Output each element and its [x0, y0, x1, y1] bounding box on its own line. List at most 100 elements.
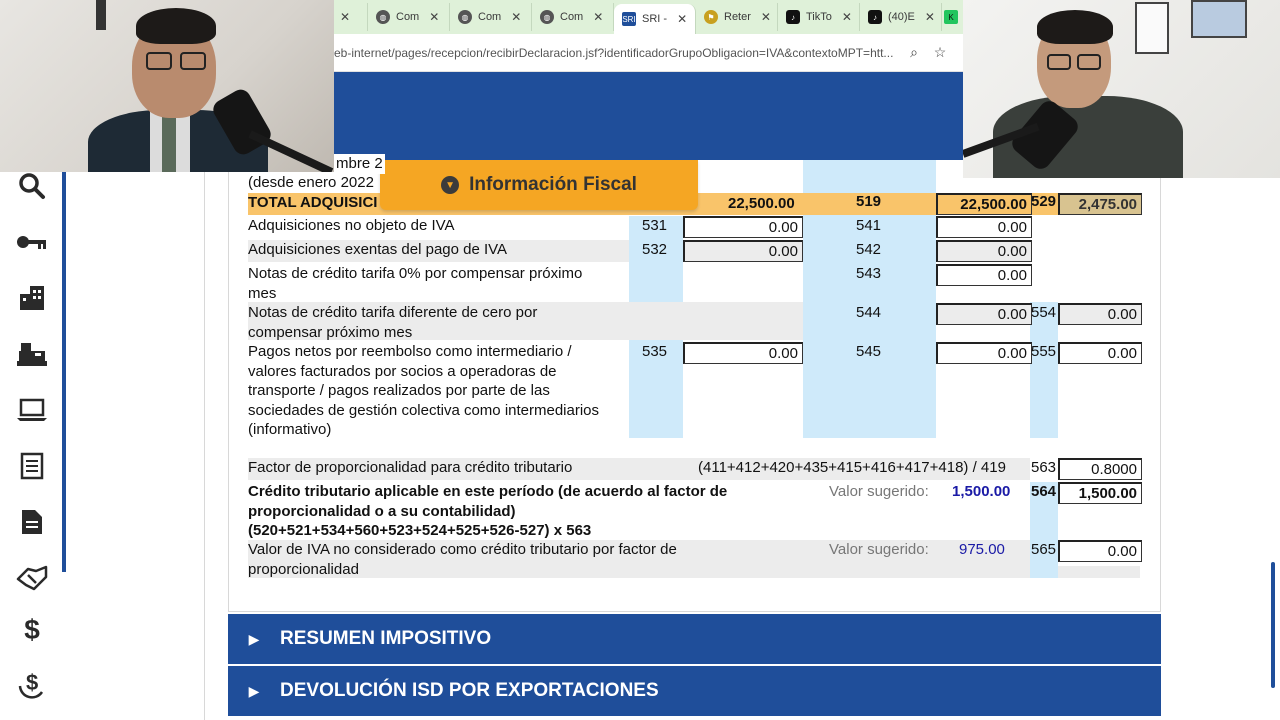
browser-tab[interactable]: K: [942, 3, 963, 31]
field-532[interactable]: 0.00: [683, 240, 803, 262]
webcam-left: [0, 0, 334, 172]
zoom-icon[interactable]: ⌕: [901, 44, 927, 61]
buildings-icon[interactable]: [14, 280, 50, 316]
tab-label: SRI -: [642, 13, 668, 25]
field-544[interactable]: 0.00: [936, 303, 1032, 325]
cash-register-icon[interactable]: [14, 336, 50, 372]
tab-label: Com: [560, 11, 584, 23]
tab-label: TikTo: [806, 11, 832, 23]
close-icon[interactable]: ✕: [925, 10, 935, 24]
document-list-icon[interactable]: [14, 448, 50, 484]
close-icon[interactable]: ✕: [593, 10, 603, 24]
content-divider: [204, 172, 205, 720]
tiktok-icon: ♪: [868, 10, 882, 24]
row-label: Adquisiciones exentas del pago de IVA: [248, 241, 508, 258]
no-considerado-label-line: proporcionalidad: [248, 560, 359, 578]
code-544: 544: [856, 304, 882, 321]
address-bar[interactable]: eb-internet/pages/recepcion/recibirDecla…: [334, 34, 963, 72]
field-563[interactable]: 0.8000: [1058, 458, 1142, 480]
field-545[interactable]: 0.00: [936, 342, 1032, 364]
section-title: DEVOLUCIÓN ISD POR EXPORTACIONES: [280, 680, 659, 701]
factor-label: Factor de proporcionalidad para crédito …: [248, 459, 573, 476]
resumen-impositivo-section[interactable]: ▶ RESUMEN IMPOSITIVO: [228, 614, 1161, 664]
browser-tab[interactable]: ◍ Com ✕: [450, 3, 532, 31]
row-label-line: (informativo): [248, 421, 332, 438]
field-555[interactable]: 0.00: [1058, 342, 1142, 364]
code-555: 555: [1031, 343, 1057, 360]
credito-label-line: proporcionalidad o a su contabilidad): [248, 502, 516, 520]
period-label: (desde enero 2022: [248, 174, 374, 191]
wall-frame: [1191, 0, 1247, 38]
screen: ✕ ◍ Com ✕ ◍ Com ✕ ◍ Com ✕ SRI SRI - ✕ ⚑ …: [0, 0, 1280, 720]
code-554: 554: [1031, 304, 1057, 321]
tab-partial[interactable]: ✕: [334, 3, 368, 31]
glasses-left: [1047, 54, 1071, 70]
suggested-label: Valor sugerido:: [829, 483, 929, 500]
row-label-line: Notas de crédito tarifa diferente de cer…: [248, 304, 538, 321]
laptop-icon[interactable]: [14, 392, 50, 428]
browser-tab[interactable]: ♪ TikTo ✕: [778, 3, 860, 31]
close-icon[interactable]: ✕: [340, 10, 350, 24]
no-considerado-label-line: Valor de IVA no considerado como crédito…: [248, 541, 677, 558]
field-543[interactable]: 0.00: [936, 264, 1032, 286]
row-label-line: Pagos netos por reembolso como intermedi…: [248, 343, 572, 360]
document-icon[interactable]: [14, 504, 50, 540]
sidebar-scrollbar[interactable]: [62, 172, 66, 572]
wall-frame: [96, 0, 106, 30]
code-545: 545: [856, 343, 882, 360]
handshake-icon[interactable]: [14, 560, 50, 596]
row-background: [1058, 566, 1140, 578]
site-header: [334, 72, 963, 160]
field-565[interactable]: 0.00: [1058, 540, 1142, 562]
glasses-left: [146, 52, 172, 70]
close-icon[interactable]: ✕: [677, 12, 687, 26]
tiktok-icon: ♪: [786, 10, 800, 24]
page-scrollbar[interactable]: [1271, 562, 1275, 688]
star-icon[interactable]: ☆: [927, 44, 953, 61]
info-fiscal-label: Información Fiscal: [469, 174, 637, 195]
code-543: 543: [856, 265, 882, 282]
devolucion-isd-section[interactable]: ▶ DEVOLUCIÓN ISD POR EXPORTACIONES: [228, 666, 1161, 716]
suggested-value: 1,500.00: [952, 483, 1011, 500]
field-531[interactable]: 0.00: [683, 216, 803, 238]
field-541[interactable]: 0.00: [936, 216, 1032, 238]
total-code-529: 529: [1031, 193, 1057, 210]
tab-label: Com: [478, 11, 502, 23]
field-564[interactable]: 1,500.00: [1058, 482, 1142, 504]
browser-tab[interactable]: ⚑ Reter ✕: [696, 3, 778, 31]
field-554[interactable]: 0.00: [1058, 303, 1142, 325]
sidebar: $ $: [0, 172, 68, 720]
globe-icon: ◍: [458, 10, 472, 24]
chevron-down-icon: ▼: [441, 176, 460, 194]
total-value-529: 2,475.00: [1058, 193, 1142, 215]
dollar-icon[interactable]: $: [14, 612, 50, 648]
browser-tab[interactable]: ♪ (40)E ✕: [860, 3, 942, 31]
code-541: 541: [856, 217, 882, 234]
close-icon[interactable]: ✕: [842, 10, 852, 24]
code-563: 563: [1031, 459, 1057, 476]
field-542[interactable]: 0.00: [936, 240, 1032, 262]
search-icon[interactable]: [14, 168, 50, 204]
url-text[interactable]: eb-internet/pages/recepcion/recibirDecla…: [334, 46, 901, 60]
glasses-right: [180, 52, 206, 70]
sri-icon: SRI: [622, 12, 636, 26]
tab-label: (40)E: [888, 11, 915, 23]
total-label: TOTAL ADQUISICI: [248, 194, 378, 211]
person-hair: [136, 8, 216, 44]
browser-tab[interactable]: ◍ Com ✕: [368, 3, 450, 31]
factor-formula: (411+412+420+435+415+416+417+418) / 419: [698, 459, 1006, 476]
key-icon[interactable]: [14, 224, 50, 260]
close-icon[interactable]: ✕: [511, 10, 521, 24]
close-icon[interactable]: ✕: [761, 10, 771, 24]
suggested-value: 975.00: [959, 541, 1005, 558]
browser-tab-active[interactable]: SRI SRI - ✕: [614, 4, 696, 34]
wall-frame: [1135, 2, 1169, 54]
dollar-refund-icon[interactable]: $: [14, 666, 50, 702]
close-icon[interactable]: ✕: [429, 10, 439, 24]
info-fiscal-toggle[interactable]: ▼ Información Fiscal: [380, 160, 698, 210]
field-535[interactable]: 0.00: [683, 342, 803, 364]
browser-tab[interactable]: ◍ Com ✕: [532, 3, 614, 31]
chevron-right-icon: ▶: [248, 682, 260, 699]
row-label-line: compensar próximo mes: [248, 323, 413, 341]
person-hair: [1037, 10, 1113, 44]
